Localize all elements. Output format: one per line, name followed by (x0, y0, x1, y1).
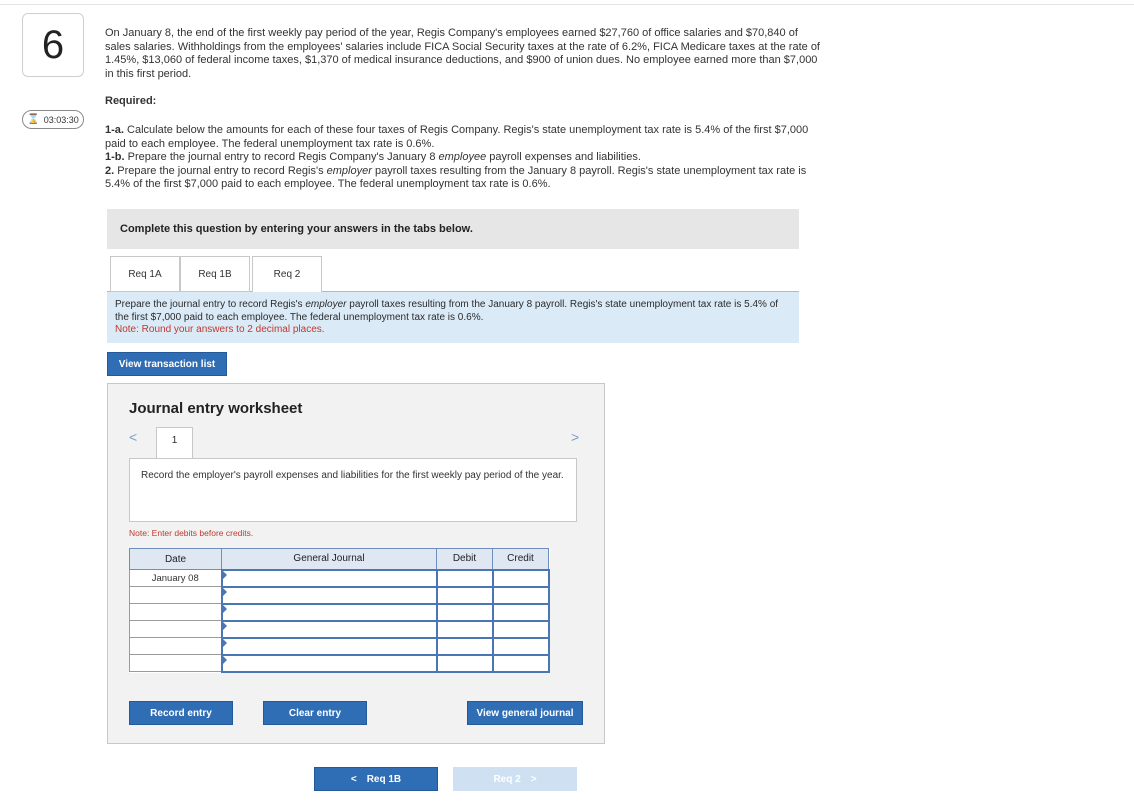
debit-input[interactable] (435, 568, 494, 588)
tab-req-2[interactable]: Req 2 (252, 256, 322, 293)
debit-column-header: Debit (436, 548, 493, 570)
debit-input[interactable] (435, 585, 494, 605)
account-input[interactable] (220, 619, 438, 639)
account-input[interactable] (220, 636, 438, 656)
account-input[interactable] (220, 602, 438, 622)
dropdown-marker-icon (222, 638, 227, 647)
debit-input[interactable] (435, 602, 494, 622)
journal-header-row: Date General Journal Debit Credit (129, 548, 549, 570)
timer-value: 03:03:30 (43, 114, 79, 125)
debits-credits-note: Note: Enter debits before credits. (129, 528, 254, 538)
dropdown-marker-icon (222, 604, 227, 613)
worksheet-page-number[interactable]: 1 (156, 427, 193, 458)
instruction-text-pre: Prepare the journal entry to record Regi… (115, 299, 303, 310)
requirement-1a: 1-a. Calculate below the amounts for eac… (105, 124, 820, 151)
debit-input[interactable] (435, 653, 494, 673)
credit-input[interactable] (491, 585, 550, 605)
date-cell[interactable] (129, 654, 222, 672)
req-1a-text: Calculate below the amounts for each of … (105, 124, 809, 150)
requirement-2: 2. Prepare the journal entry to record R… (105, 165, 820, 192)
req-1b-text-post: payroll expenses and liabilities. (489, 151, 641, 163)
dropdown-marker-icon (222, 621, 227, 630)
next-req-button[interactable]: Req 2 > (453, 767, 577, 791)
req-1b-label: 1-b. (105, 151, 125, 163)
dropdown-marker-icon (222, 570, 227, 579)
table-row (129, 585, 550, 605)
table-row (129, 636, 550, 656)
req-1a-label: 1-a. (105, 124, 124, 136)
general-journal-column-header: General Journal (221, 548, 437, 570)
requirement-1b: 1-b. Prepare the journal entry to record… (105, 151, 820, 165)
credit-input[interactable] (491, 602, 550, 622)
chevron-left-icon[interactable]: < (129, 429, 137, 445)
table-row: January 08 (129, 568, 550, 588)
table-row (129, 602, 550, 622)
view-transaction-list-button[interactable]: View transaction list (107, 352, 227, 376)
dropdown-marker-icon (222, 587, 227, 596)
required-heading: Required: (105, 95, 157, 107)
table-row (129, 619, 550, 639)
date-cell[interactable]: January 08 (129, 569, 222, 587)
req-2-label: 2. (105, 164, 115, 177)
chevron-right-icon: > (530, 773, 537, 785)
rounding-note: Note: Round your answers to 2 decimal pl… (115, 324, 325, 335)
complete-instruction-bar: Complete this question by entering your … (107, 209, 799, 249)
dropdown-marker-icon (222, 655, 227, 664)
tab-instruction-panel: Prepare the journal entry to record Regi… (107, 292, 799, 343)
date-cell[interactable] (129, 603, 222, 621)
debit-input[interactable] (435, 636, 494, 656)
credit-input[interactable] (491, 653, 550, 673)
date-cell[interactable] (129, 620, 222, 638)
instruction-text: Prepare the journal entry to record Regi… (115, 299, 791, 324)
account-input[interactable] (220, 653, 438, 673)
req-2-emphasis: employer (326, 164, 372, 177)
worksheet-title: Journal entry worksheet (129, 400, 303, 417)
journal-table: Date General Journal Debit Credit Januar… (129, 548, 550, 673)
debit-input[interactable] (435, 619, 494, 639)
next-req-label: Req 2 (493, 773, 521, 785)
tab-req-1b[interactable]: Req 1B (180, 256, 250, 292)
hourglass-icon: ⌛ (27, 114, 40, 125)
req-2-text-pre: Prepare the journal entry to record Regi… (117, 164, 324, 177)
req-1b-text-pre: Prepare the journal entry to record Regi… (127, 151, 436, 163)
journal-entry-worksheet: Journal entry worksheet < 1 > Record the… (107, 383, 605, 744)
req-1b-emphasis: employee (438, 151, 487, 163)
clear-entry-button[interactable]: Clear entry (263, 701, 367, 725)
requirements-list: 1-a. Calculate below the amounts for eac… (105, 124, 820, 192)
instruction-emphasis: employer (305, 299, 347, 310)
timer-badge: ⌛ 03:03:30 (22, 110, 84, 129)
chevron-right-icon[interactable]: > (571, 429, 579, 445)
tab-bar: Req 1A Req 1B Req 2 (107, 256, 799, 293)
view-general-journal-button[interactable]: View general journal (467, 701, 583, 725)
table-row (129, 653, 550, 673)
chevron-left-icon: < (350, 773, 357, 785)
question-number: 6 (22, 13, 84, 77)
date-cell[interactable] (129, 586, 222, 604)
top-divider (0, 4, 1134, 5)
credit-input[interactable] (491, 636, 550, 656)
account-input[interactable] (220, 568, 438, 588)
problem-text: On January 8, the end of the first weekl… (105, 27, 820, 80)
prev-req-button[interactable]: < Req 1B (314, 767, 438, 791)
date-cell[interactable] (129, 637, 222, 655)
credit-input[interactable] (491, 619, 550, 639)
prev-req-label: Req 1B (366, 773, 402, 785)
credit-column-header: Credit (492, 548, 549, 570)
account-input[interactable] (220, 585, 438, 605)
record-entry-button[interactable]: Record entry (129, 701, 233, 725)
credit-input[interactable] (491, 568, 550, 588)
entry-description: Record the employer's payroll expenses a… (129, 458, 577, 522)
tab-req-1a[interactable]: Req 1A (110, 256, 180, 292)
date-column-header: Date (129, 548, 222, 570)
